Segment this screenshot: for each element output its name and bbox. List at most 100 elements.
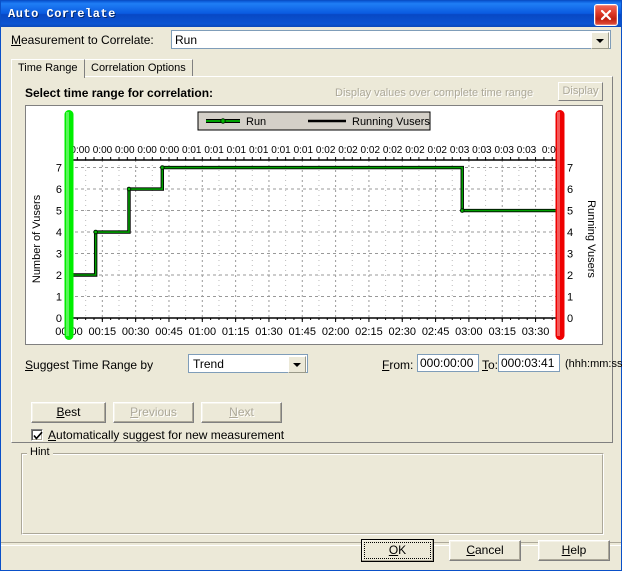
previous-button[interactable]: Previous xyxy=(113,402,194,423)
suggest-method-combobox[interactable]: Trend xyxy=(188,354,308,373)
svg-text:Running Vusers: Running Vusers xyxy=(585,200,597,278)
svg-text:0:02: 0:02 xyxy=(316,145,336,156)
svg-text:Running Vusers: Running Vusers xyxy=(352,116,430,128)
measurement-value: Run xyxy=(175,33,198,47)
chart-canvas: 001122334455667700:0000:1500:3000:4501:0… xyxy=(31,110,597,340)
time-range-panel: Select time range for correlation: Displ… xyxy=(11,76,622,443)
svg-text:0:01: 0:01 xyxy=(271,145,291,156)
measurement-combobox[interactable]: Run xyxy=(171,30,611,49)
previous-button-label: Previous xyxy=(130,405,177,419)
select-time-range-label: Select time range for correlation: xyxy=(25,86,214,100)
auto-correlate-dialog: Auto Correlate Measurement to Correlate:… xyxy=(0,0,622,571)
next-button-label: Next xyxy=(229,405,254,419)
svg-text:03:00: 03:00 xyxy=(455,326,483,338)
range-handle-end[interactable] xyxy=(555,110,565,340)
display-button[interactable]: Display xyxy=(558,82,603,101)
from-value: 000:00:00 xyxy=(420,356,474,370)
svg-text:02:00: 02:00 xyxy=(322,326,350,338)
svg-text:0:03: 0:03 xyxy=(517,145,537,156)
svg-text:02:45: 02:45 xyxy=(422,326,450,338)
svg-text:0:01: 0:01 xyxy=(249,145,269,156)
next-button[interactable]: Next xyxy=(201,402,282,423)
chevron-down-icon[interactable] xyxy=(591,32,609,49)
svg-text:00:45: 00:45 xyxy=(155,326,183,338)
tab-correlation-options-label: Correlation Options xyxy=(91,62,186,74)
auto-suggest-label: Automatically suggest for new measuremen… xyxy=(48,428,285,442)
window-title: Auto Correlate xyxy=(8,7,116,21)
svg-text:03:30: 03:30 xyxy=(522,326,550,338)
time-format-label: (hhh:mm:ss) xyxy=(565,358,622,370)
tab-correlation-options[interactable]: Correlation Options xyxy=(84,59,193,77)
svg-text:5: 5 xyxy=(56,206,62,218)
svg-text:0:01: 0:01 xyxy=(182,145,202,156)
svg-text:3: 3 xyxy=(56,249,62,261)
cancel-button[interactable]: Cancel xyxy=(449,540,521,561)
svg-text:0:00: 0:00 xyxy=(115,145,135,156)
svg-text:0:00: 0:00 xyxy=(160,145,180,156)
checkmark-icon xyxy=(33,431,43,440)
svg-text:0:03: 0:03 xyxy=(494,145,514,156)
time-range-chart[interactable]: 001122334455667700:0000:1500:3000:4501:0… xyxy=(25,105,603,345)
svg-text:01:15: 01:15 xyxy=(222,326,250,338)
tab-time-range-label: Time Range xyxy=(18,62,78,74)
title-bar: Auto Correlate xyxy=(1,1,621,27)
best-button[interactable]: Best xyxy=(31,402,106,423)
svg-text:0:02: 0:02 xyxy=(383,145,403,156)
hint-groupbox xyxy=(21,453,604,535)
ok-button-inner: OK xyxy=(364,542,431,559)
svg-text:0:03: 0:03 xyxy=(450,145,470,156)
svg-text:0:02: 0:02 xyxy=(405,145,425,156)
svg-text:0:03: 0:03 xyxy=(472,145,492,156)
display-button-label: Display xyxy=(562,85,599,97)
help-button[interactable]: Help xyxy=(538,540,610,561)
auto-suggest-checkbox[interactable] xyxy=(31,429,43,441)
to-input[interactable]: 000:03:41 xyxy=(498,354,560,372)
to-value: 000:03:41 xyxy=(501,356,555,370)
ok-button[interactable]: OK xyxy=(361,539,434,562)
close-icon[interactable] xyxy=(594,4,618,26)
to-label: To: xyxy=(482,358,499,372)
svg-text:0:00: 0:00 xyxy=(137,145,157,156)
svg-text:0:02: 0:02 xyxy=(338,145,358,156)
close-x-glyph xyxy=(600,9,612,21)
best-button-label: Best xyxy=(56,405,81,419)
svg-text:01:00: 01:00 xyxy=(189,326,217,338)
svg-text:7: 7 xyxy=(567,163,573,175)
svg-text:2: 2 xyxy=(56,270,62,282)
from-label: From: xyxy=(382,358,414,372)
svg-text:6: 6 xyxy=(567,184,573,196)
svg-text:0: 0 xyxy=(56,313,62,325)
measurement-row: Measurement to Correlate: Run xyxy=(1,27,621,53)
svg-text:1: 1 xyxy=(567,292,573,304)
svg-text:5: 5 xyxy=(567,206,573,218)
range-handle-start[interactable] xyxy=(64,110,74,340)
svg-text:4: 4 xyxy=(567,227,573,239)
svg-text:0: 0 xyxy=(567,313,573,325)
cancel-button-label: Cancel xyxy=(466,543,504,557)
svg-text:1: 1 xyxy=(56,292,62,304)
ok-button-label: OK xyxy=(388,543,407,557)
svg-text:0:01: 0:01 xyxy=(204,145,224,156)
svg-text:7: 7 xyxy=(56,163,62,175)
svg-text:00:30: 00:30 xyxy=(122,326,150,338)
time-range-panel-inner: Select time range for correlation: Displ… xyxy=(12,77,622,442)
svg-text:3: 3 xyxy=(567,249,573,261)
svg-text:0:0: 0:0 xyxy=(542,145,556,156)
svg-text:2: 2 xyxy=(567,270,573,282)
svg-text:02:30: 02:30 xyxy=(388,326,416,338)
tab-strip: Time Range Correlation Options xyxy=(11,59,611,78)
chevron-down-icon[interactable] xyxy=(288,356,306,373)
svg-text:0:01: 0:01 xyxy=(227,145,247,156)
hint-groupbox-inner xyxy=(22,454,603,534)
display-values-hint: Display values over complete time range xyxy=(335,87,534,99)
hint-groupbox-legend: Hint xyxy=(27,446,53,458)
svg-text:01:30: 01:30 xyxy=(255,326,283,338)
svg-text:01:45: 01:45 xyxy=(289,326,317,338)
svg-text:0:02: 0:02 xyxy=(361,145,381,156)
svg-text:03:15: 03:15 xyxy=(488,326,516,338)
tab-time-range[interactable]: Time Range xyxy=(11,59,85,78)
svg-text:4: 4 xyxy=(56,227,62,239)
svg-text:0:00: 0:00 xyxy=(93,145,113,156)
from-input[interactable]: 000:00:00 xyxy=(417,354,479,372)
suggest-method-value: Trend xyxy=(193,357,224,371)
